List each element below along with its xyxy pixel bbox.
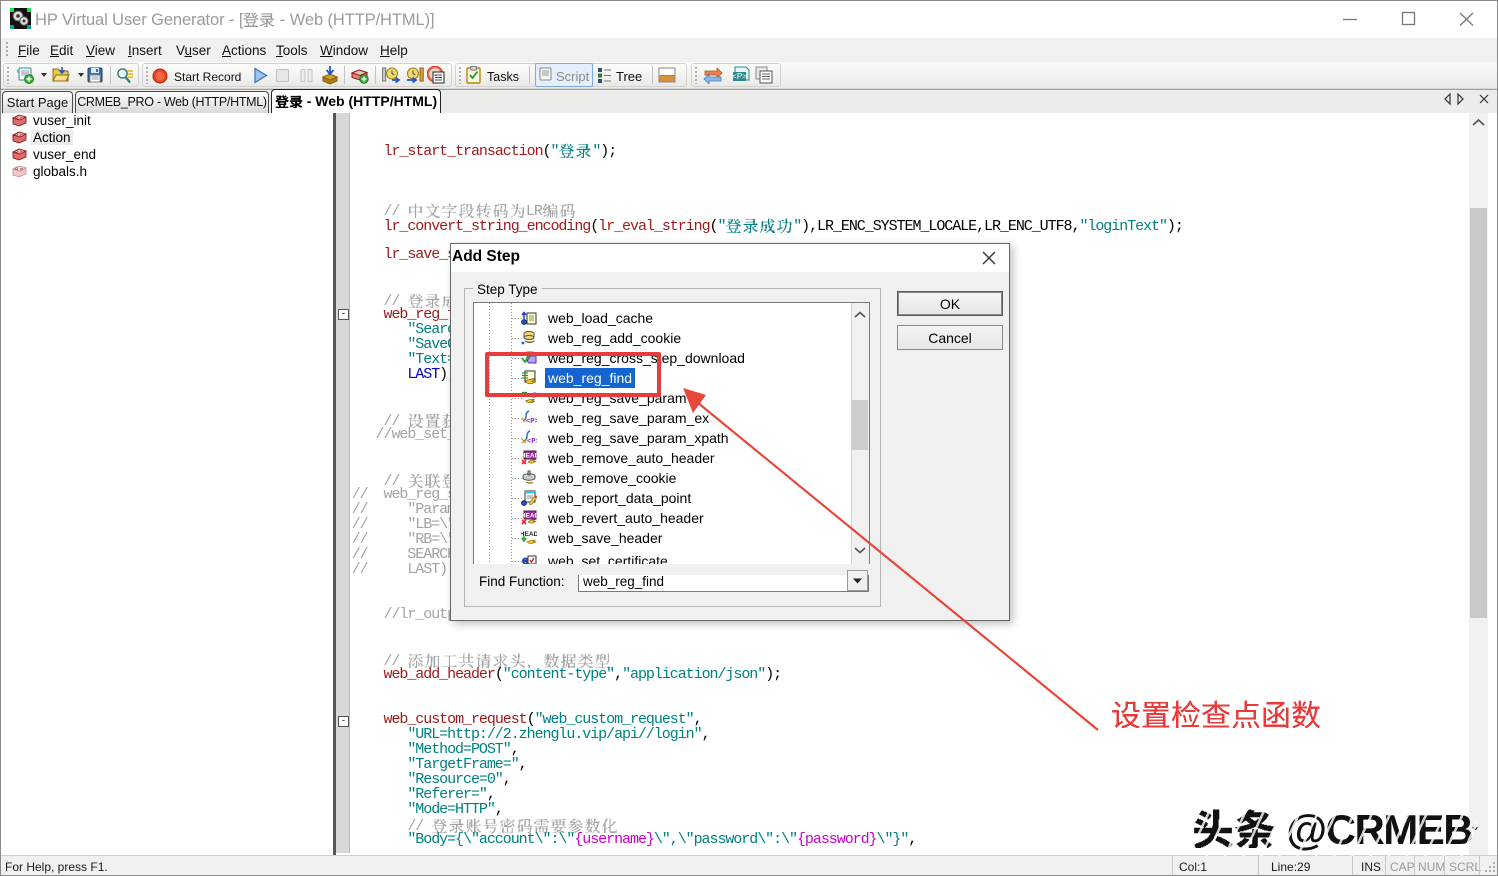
svg-text:HEAD: HEAD [521, 513, 537, 520]
svg-text:<P>: <P> [527, 438, 537, 446]
svg-text:<P>: <P> [732, 72, 747, 81]
svg-text:<P>: <P> [526, 418, 537, 426]
svg-text:HEAD: HEAD [521, 453, 537, 460]
